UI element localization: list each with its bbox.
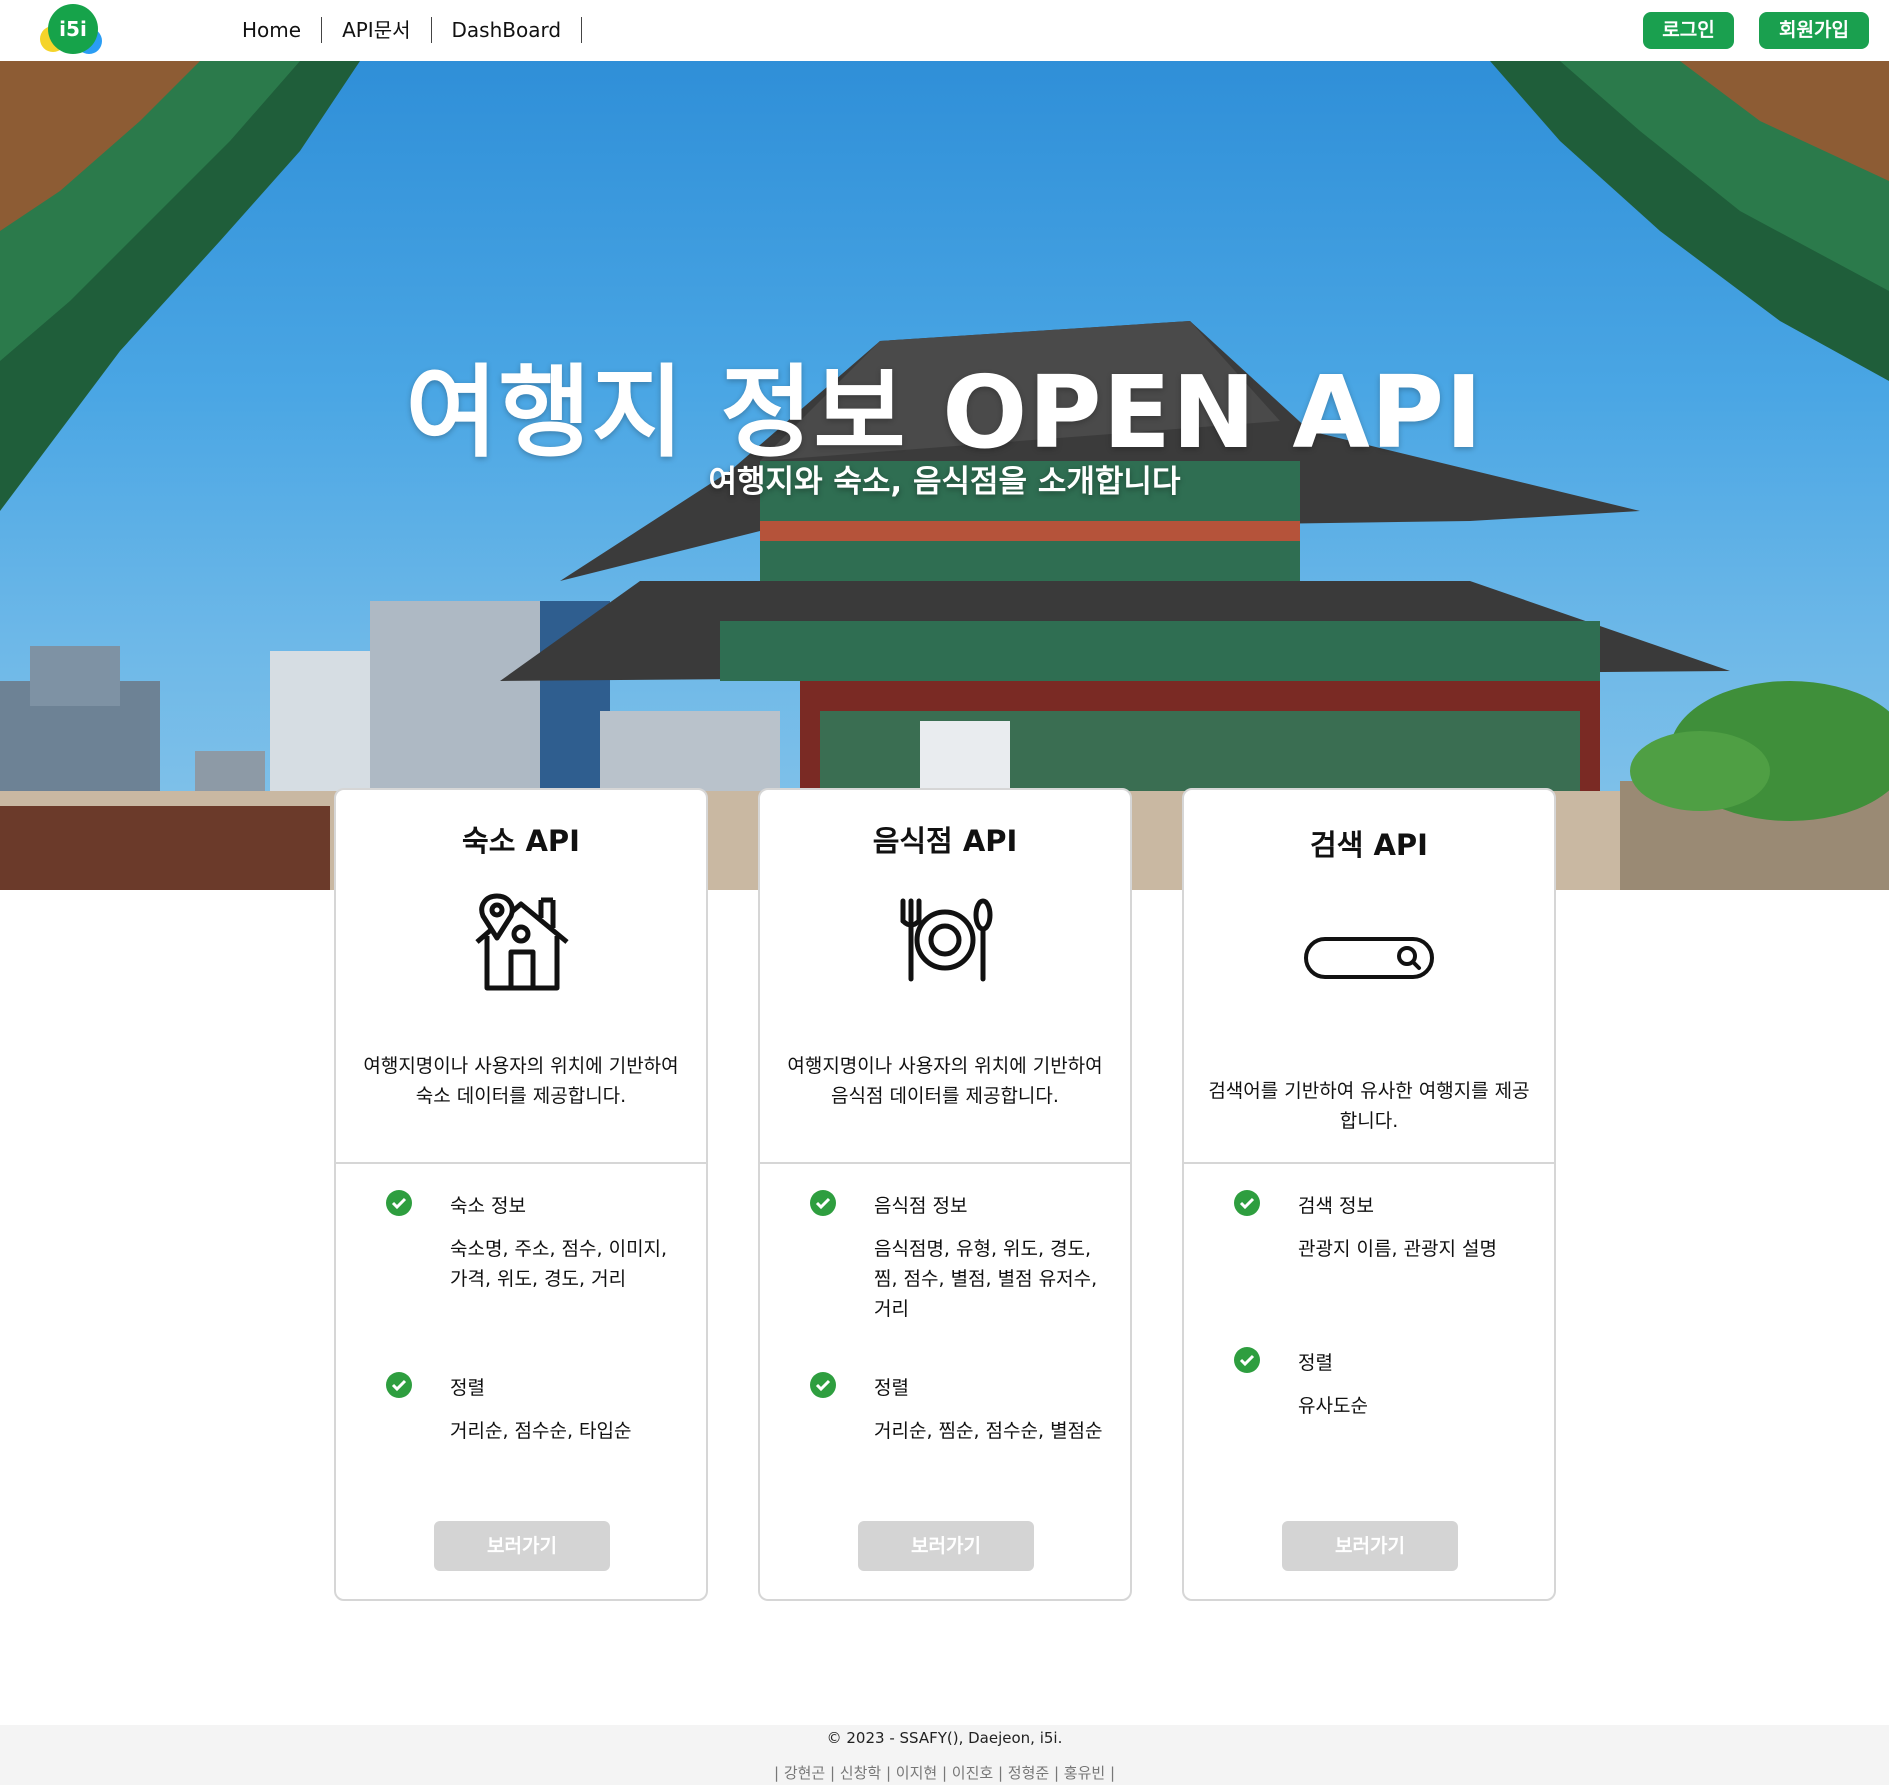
feature-body: 거리순, 점수순, 타입순 [450, 1420, 632, 1442]
feature-title: 정렬 [874, 1377, 909, 1399]
card-description: 검색어를 기반하여 유사한 여행지를 제공합니다. [1208, 1080, 1530, 1132]
view-lodging-button[interactable]: 보러가기 [434, 1521, 610, 1571]
card-title: 음식점 API [872, 824, 1018, 858]
footer: © 2023 - SSAFY(), Daejeon, i5i. | 강현곤 | … [0, 1725, 1889, 1785]
footer-team-names: | 강현곤 | 신창학 | 이지현 | 이진호 | 정형준 | 홍유빈 | [774, 1764, 1115, 1782]
feature-title: 검색 정보 [1298, 1195, 1374, 1217]
check-circle-icon [810, 1190, 836, 1216]
footer-copyright: © 2023 - SSAFY(), Daejeon, i5i. [826, 1729, 1063, 1747]
hero-title: 여행지 정보 OPEN API [405, 354, 1484, 471]
search-bar-icon [1184, 936, 1554, 980]
nav-link-dashboard[interactable]: DashBoard [432, 17, 583, 43]
lodging-api-card: 숙소 API 여행지명이나 사용자의 위치에 기반하여 숙소 데이터를 제공합니… [334, 788, 708, 1601]
logo[interactable]: i5i [38, 4, 106, 58]
check-circle-icon [810, 1372, 836, 1398]
feature-body: 숙소명, 주소, 점수, 이미지, 가격, 위도, 경도, 거리 [450, 1238, 668, 1290]
card-title: 숙소 API [462, 824, 580, 858]
view-restaurant-button[interactable]: 보러가기 [858, 1521, 1034, 1571]
feature-title: 음식점 정보 [874, 1195, 968, 1217]
nav-links: Home API문서 DashBoard [222, 14, 583, 46]
feature-body: 음식점명, 유형, 위도, 경도, 찜, 점수, 별점, 별점 유저수, 거리 [874, 1238, 1098, 1320]
card-divider [1184, 1162, 1554, 1164]
nav-link-api-docs[interactable]: API문서 [322, 17, 432, 43]
check-circle-icon [1234, 1347, 1260, 1373]
top-navbar: i5i Home API문서 DashBoard 로그인 회원가입 [0, 0, 1889, 61]
feature-body: 관광지 이름, 관광지 설명 [1298, 1238, 1497, 1260]
check-circle-icon [386, 1372, 412, 1398]
view-search-button[interactable]: 보러가기 [1282, 1521, 1458, 1571]
check-circle-icon [1234, 1190, 1260, 1216]
house-location-icon [336, 890, 706, 994]
feature-title: 숙소 정보 [450, 1195, 526, 1217]
hero-banner: 여행지 정보 OPEN API 여행지와 숙소, 음식점을 소개합니다 [0, 61, 1889, 890]
feature-body: 거리순, 찜순, 점수순, 별점순 [874, 1420, 1103, 1442]
signup-button[interactable]: 회원가입 [1759, 12, 1869, 49]
search-api-card: 검색 API 검색어를 기반하여 유사한 여행지를 제공합니다. 검색 정보 관… [1182, 788, 1556, 1601]
feature-title: 정렬 [450, 1377, 485, 1399]
login-button[interactable]: 로그인 [1643, 12, 1734, 49]
plate-fork-spoon-icon [760, 895, 1130, 985]
card-title: 검색 API [1310, 828, 1428, 862]
card-description: 여행지명이나 사용자의 위치에 기반하여 음식점 데이터를 제공합니다. [787, 1055, 1103, 1107]
hero-subtitle: 여행지와 숙소, 음식점을 소개합니다 [708, 464, 1181, 500]
feature-body: 유사도순 [1298, 1395, 1368, 1417]
card-description: 여행지명이나 사용자의 위치에 기반하여 숙소 데이터를 제공합니다. [363, 1055, 679, 1107]
card-divider [760, 1162, 1130, 1164]
card-divider [336, 1162, 706, 1164]
logo-text: i5i [48, 4, 98, 54]
feature-title: 정렬 [1298, 1352, 1333, 1374]
nav-link-home[interactable]: Home [222, 17, 323, 43]
check-circle-icon [386, 1190, 412, 1216]
restaurant-api-card: 음식점 API 여행지명이나 사용자의 위치에 기반하여 음식점 데이터를 제공… [758, 788, 1132, 1601]
